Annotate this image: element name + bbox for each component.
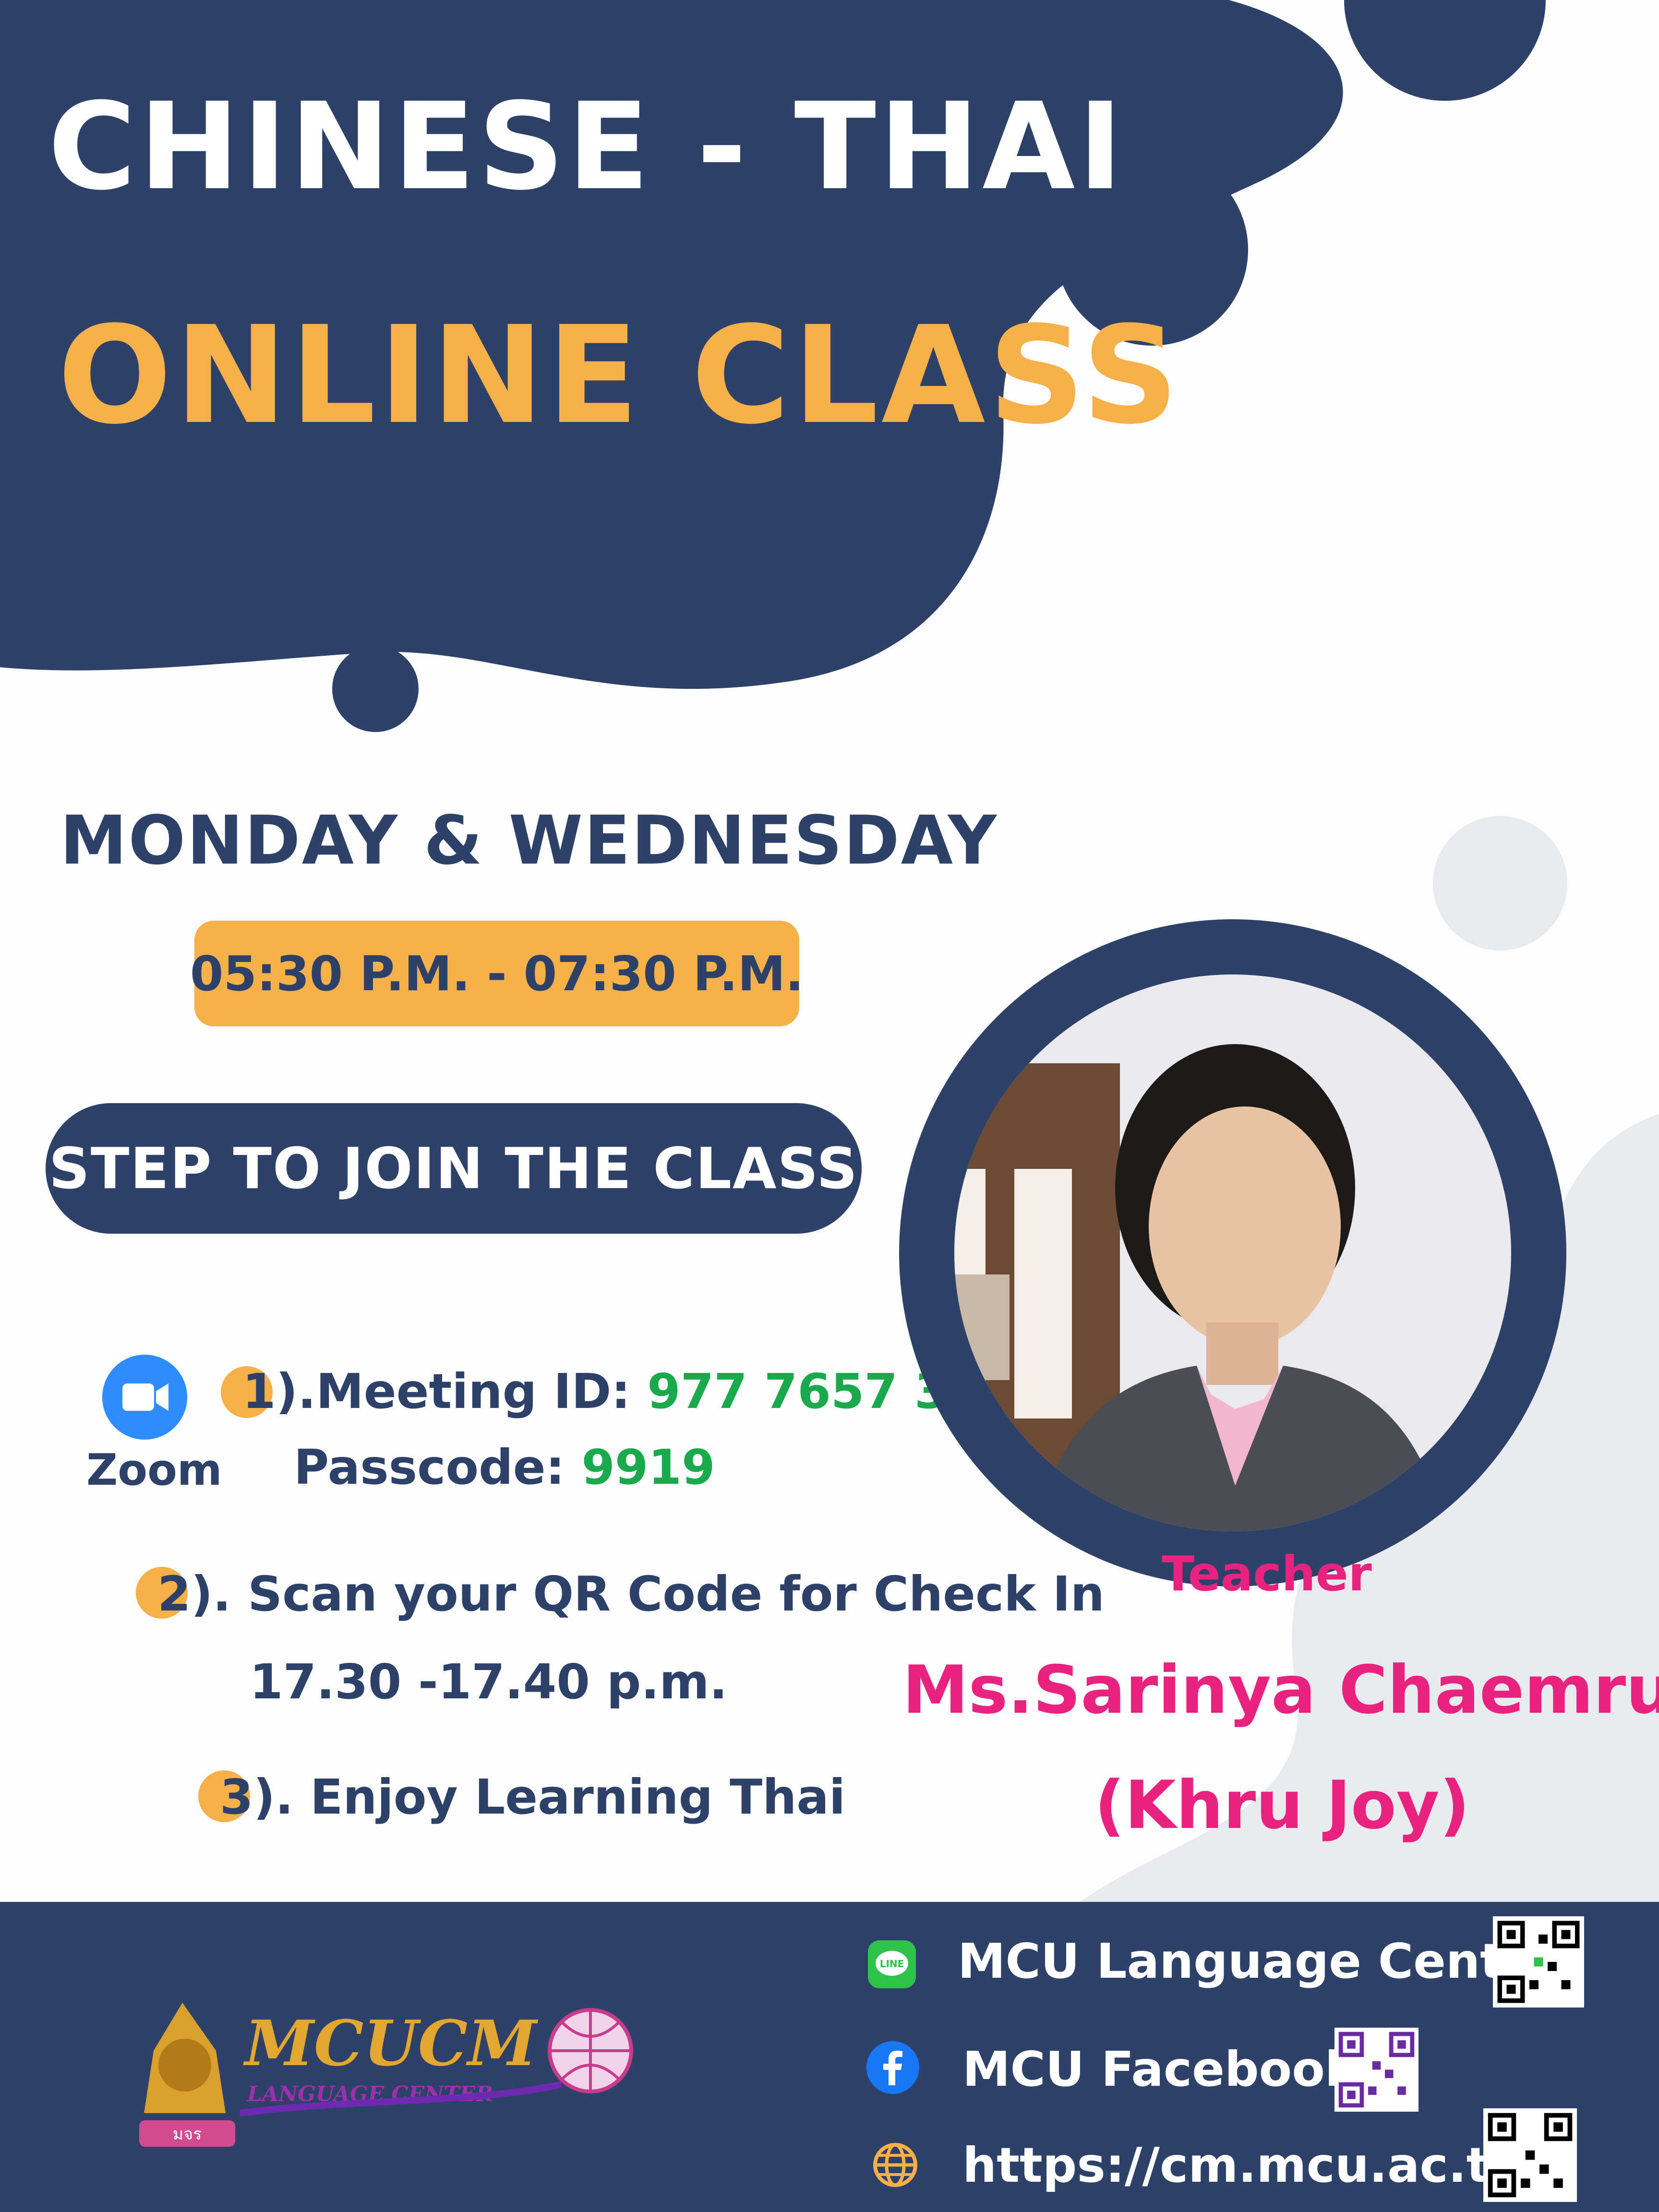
teacher-nickname: (Khru Joy) <box>1094 1767 1470 1844</box>
time-text: 05:30 P.M. - 07:30 P.M. <box>190 945 804 1002</box>
decor-circle-top-right <box>1344 0 1546 101</box>
step-2-number: 2 <box>157 1566 191 1622</box>
footer: มจร MCUCM LANGUAGE CENTER LINE MCU Langu… <box>0 1902 1659 2212</box>
teacher-name: Ms.Sarinya Chaemruean <box>902 1651 1659 1729</box>
qr-code-website <box>1483 2108 1577 2202</box>
line-icon: LINE <box>868 1940 916 1988</box>
teacher-photo-frame <box>899 919 1566 1587</box>
time-badge: 05:30 P.M. - 07:30 P.M. <box>190 921 804 1026</box>
meeting-id-label: ).Meeting ID: <box>276 1363 648 1419</box>
mcucm-logo: มจร MCUCM LANGUAGE CENTER <box>139 2003 633 2147</box>
passcode-label: Passcode: <box>294 1439 582 1495</box>
contact-website-link[interactable]: https://cm.mcu.ac.th <box>962 2137 1524 2193</box>
teacher-photo <box>954 974 1511 1531</box>
passcode-line: Passcode: 9919 <box>294 1439 715 1495</box>
logo-seal-text: มจร <box>173 2125 202 2144</box>
steps-heading-pill: STEP TO JOIN THE CLASS <box>46 1103 862 1234</box>
logo-text: MCUCM <box>243 2007 539 2080</box>
schedule-days: MONDAY & WEDNESDAY <box>60 802 998 880</box>
svg-text:LINE: LINE <box>880 1958 904 1970</box>
step-1-number: 1 <box>242 1363 276 1419</box>
zoom-label: Zoom <box>86 1445 222 1495</box>
poster: CHINESE - THAI ONLINE CLASS MONDAY & WED… <box>0 0 1659 2212</box>
title-line-1: CHINESE - THAI <box>48 77 1126 216</box>
steps-heading: STEP TO JOIN THE CLASS <box>48 1135 859 1202</box>
step-2-time: 17.30 -17.40 p.m. <box>250 1654 728 1710</box>
contact-facebook-label[interactable]: MCU Facebook <box>962 2041 1357 2097</box>
facebook-icon <box>866 2041 919 2094</box>
step-3-text: ). Enjoy Learning Thai <box>253 1769 846 1825</box>
step-3-number: 3 <box>220 1769 253 1825</box>
teacher-label: Teacher <box>1162 1546 1372 1602</box>
zoom-icon <box>102 1355 187 1440</box>
decor-circle-small <box>332 646 419 732</box>
passcode: 9919 <box>581 1439 715 1495</box>
title-line-2: ONLINE CLASS <box>58 298 1182 454</box>
step-3-line: 3). Enjoy Learning Thai <box>220 1769 845 1825</box>
globe-icon <box>871 2141 919 2189</box>
qr-code-facebook <box>1334 2028 1419 2112</box>
contact-line-label[interactable]: MCU Language Center <box>958 1933 1559 1989</box>
qr-code-line <box>1493 1916 1584 2008</box>
